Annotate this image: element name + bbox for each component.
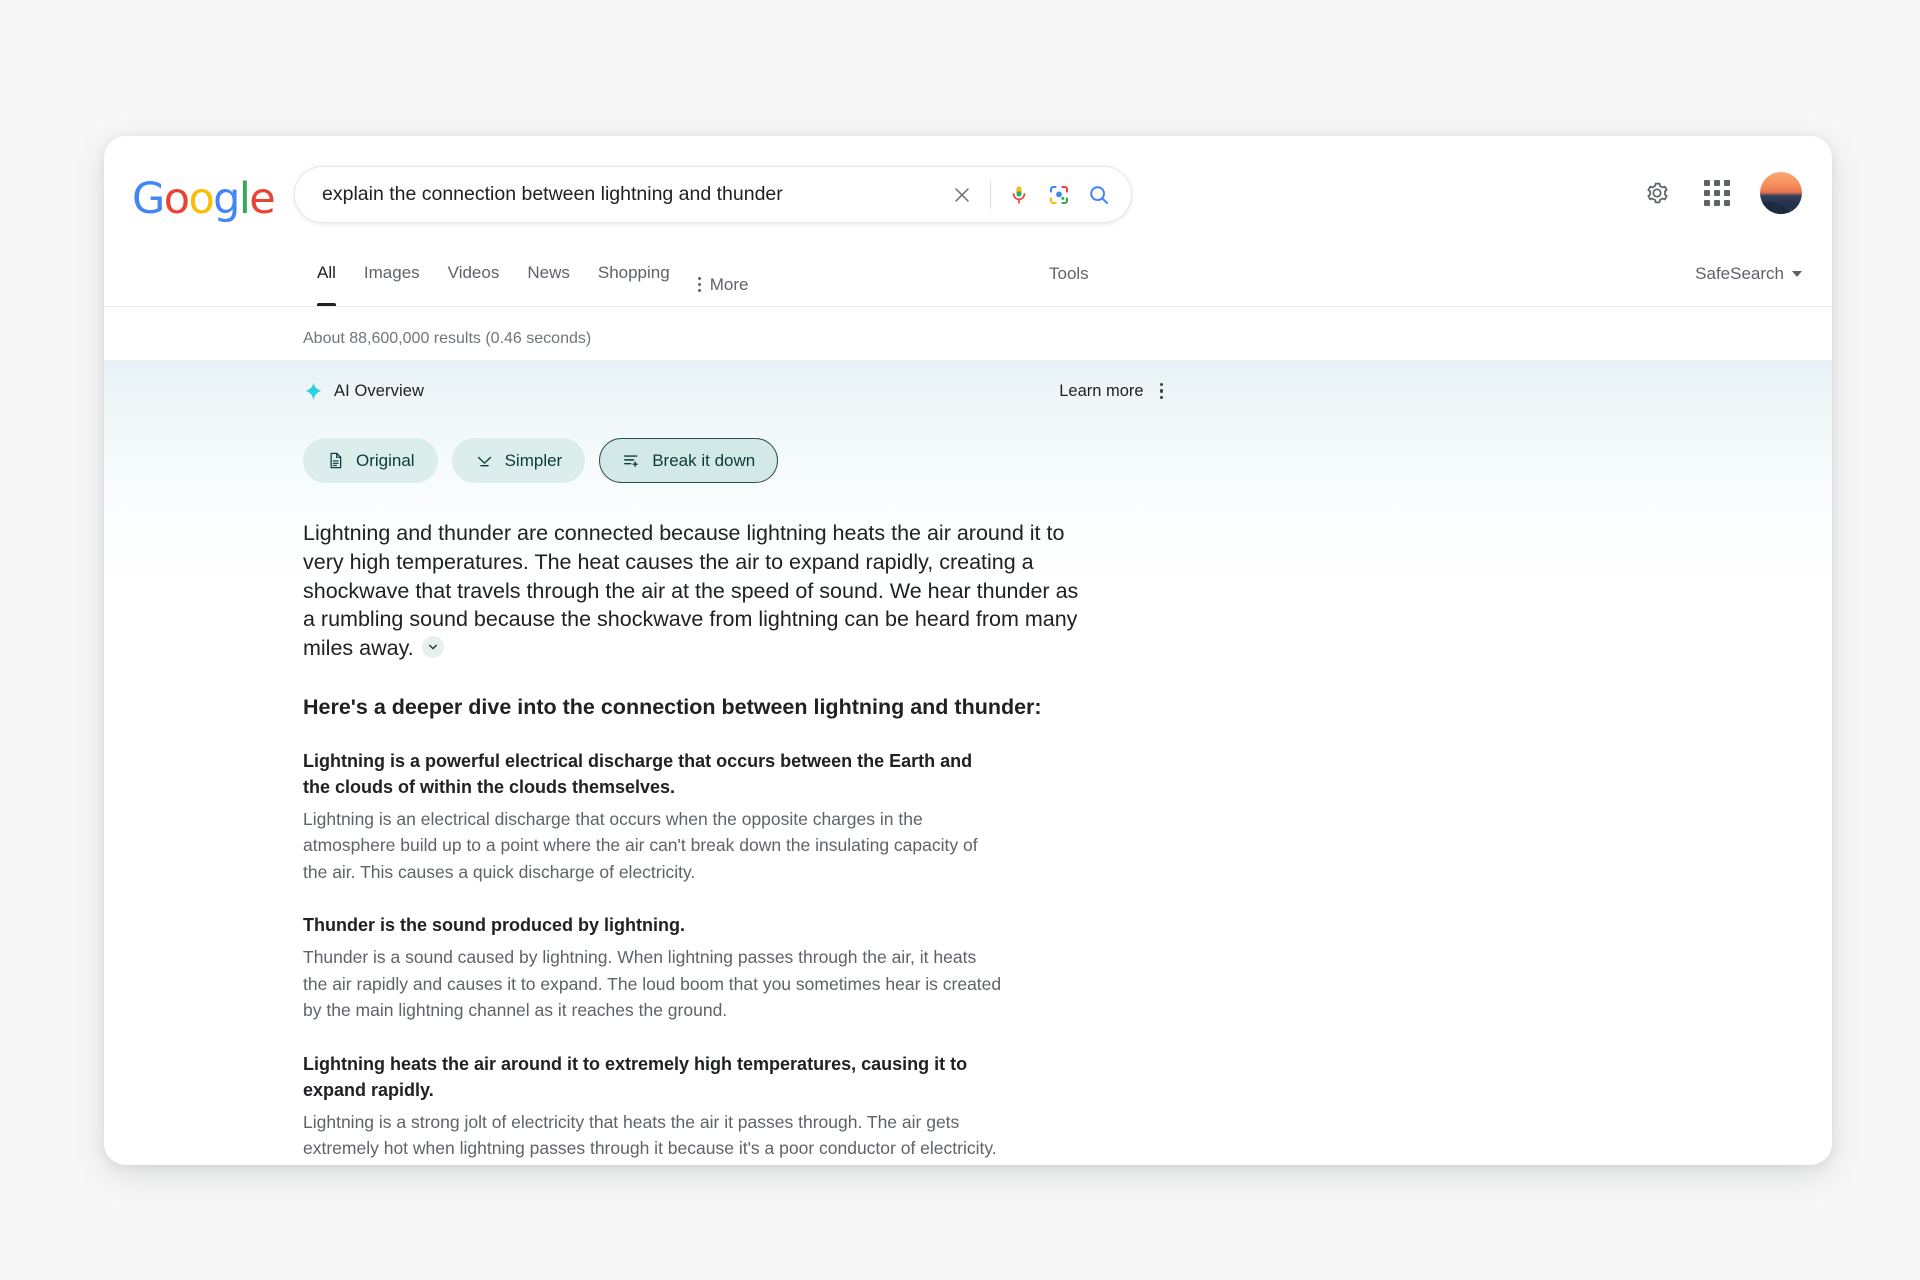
google-logo[interactable]: Google [132,178,276,221]
google-lens-icon[interactable] [1039,175,1079,215]
tab-more-label: More [709,274,749,294]
list-add-icon [624,455,639,467]
ai-overview-lead-paragraph: Lightning and thunder are connected beca… [303,519,1093,663]
chip-original-label: Original [356,450,415,470]
search-input[interactable] [295,167,942,222]
learn-more-link[interactable]: Learn more [1059,382,1143,401]
chevron-down-icon [428,644,437,650]
tab-news[interactable]: News [513,250,584,306]
ai-section-2-body: Thunder is a sound caused by lightning. … [303,947,1002,1021]
tab-images[interactable]: Images [350,250,434,306]
kebab-menu-icon [697,277,701,292]
deeper-dive-heading: Here's a deeper dive into the connection… [303,694,1042,719]
tab-shopping[interactable]: Shopping [584,250,684,306]
tab-more[interactable]: More [684,250,763,306]
safesearch-dropdown[interactable]: SafeSearch [1695,264,1802,284]
ai-section-2: Thunder is the sound produced by lightni… [303,912,1003,1024]
microphone-icon[interactable] [999,175,1039,215]
search-divider [990,180,991,209]
ai-overview-body: Lightning and thunder are connected beca… [303,483,1093,1162]
lead-text: Lightning and thunder are connected beca… [303,521,1079,661]
search-bar[interactable] [294,166,1132,223]
result-stats: About 88,600,000 results (0.46 seconds) [303,330,592,347]
tools-button[interactable]: Tools [1049,264,1089,284]
expand-summary-button[interactable] [421,636,444,659]
ai-section-1: Lightning is a powerful electrical disch… [303,748,1003,886]
chip-simpler-label: Simpler [504,450,563,470]
search-submit-button[interactable] [1079,175,1119,215]
ai-section-2-heading: Thunder is the sound produced by lightni… [303,915,685,936]
document-icon [330,452,342,469]
ai-section-1-heading: Lightning is a powerful electrical disch… [303,750,973,797]
chip-original[interactable]: Original [303,438,438,483]
tab-all[interactable]: All [303,250,350,306]
search-nav-tabs: All Images Videos News Shopping More Too… [104,250,1832,307]
tab-videos[interactable]: Videos [434,250,514,306]
ai-overview-panel: AI Overview Learn more Original Simpler … [104,360,1832,1162]
chip-break-it-down[interactable]: Break it down [599,438,779,483]
header-actions [1640,172,1802,214]
gear-icon[interactable] [1640,176,1674,210]
ai-overview-menu-icon[interactable] [1159,382,1163,400]
ai-section-3: Lightning heats the air around it to ext… [303,1051,1003,1162]
ai-section-3-heading: Lightning heats the air around it to ext… [303,1053,968,1100]
browser-window-card: Google explain the connection between li… [104,136,1832,1165]
chevron-down-icon [1792,271,1802,277]
ai-overview-title: AI Overview [303,381,424,402]
sparkle-icon [305,382,322,400]
avatar[interactable] [1760,172,1802,214]
safesearch-label: SafeSearch [1695,264,1784,283]
chip-break-it-down-label: Break it down [652,450,756,470]
ai-overview-header: AI Overview Learn more [303,360,1618,422]
search-header: Google [104,136,1832,250]
clear-search-button[interactable] [942,175,982,215]
apps-grid-icon[interactable] [1700,176,1734,210]
ai-section-3-body: Lightning is a strong jolt of electricit… [303,1111,997,1159]
ai-overview-style-chips: Original Simpler Break it down [303,438,1832,483]
ai-section-1-body: Lightning is an electrical discharge tha… [303,808,978,882]
chip-simpler[interactable]: Simpler [451,438,586,483]
ai-overview-label: AI Overview [334,381,425,400]
simplify-icon [477,456,491,467]
